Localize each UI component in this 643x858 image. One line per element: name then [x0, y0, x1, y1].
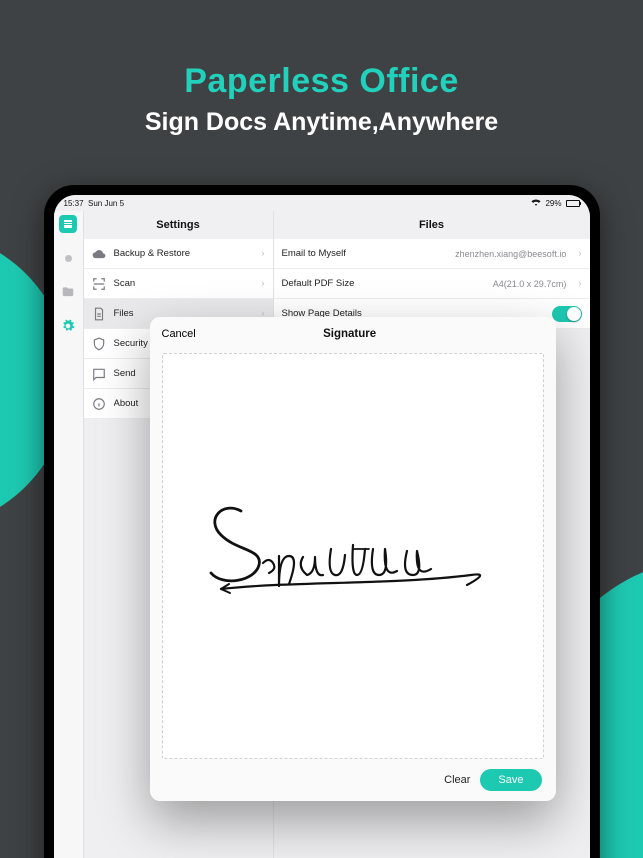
shield-icon	[92, 337, 106, 351]
email-value: zhenzhen.xiang@beesoft.io	[455, 249, 566, 259]
files-row-pdf-size[interactable]: Default PDF Size A4(21.0 x 29.7cm) ›	[274, 269, 590, 299]
promo-canvas: Paperless Office Sign Docs Anytime,Anywh…	[0, 0, 643, 858]
status-time: 15:37 Sun Jun 5	[64, 199, 125, 208]
sidebar-item-1[interactable]	[59, 249, 77, 267]
signature-canvas[interactable]	[162, 353, 544, 759]
chevron-right-icon: ›	[261, 248, 264, 259]
signature-modal: Cancel Signature	[150, 317, 556, 801]
sidebar-settings-icon[interactable]	[59, 317, 77, 335]
sidebar-app-icon[interactable]	[59, 215, 77, 233]
wifi-icon	[531, 198, 541, 208]
page-details-toggle[interactable]	[552, 306, 582, 322]
settings-row-scan[interactable]: Scan ›	[84, 269, 273, 299]
chevron-right-icon: ›	[261, 278, 264, 289]
files-row-email[interactable]: Email to Myself zhenzhen.xiang@beesoft.i…	[274, 239, 590, 269]
file-icon	[92, 307, 106, 321]
settings-row-backup[interactable]: Backup & Restore ›	[84, 239, 273, 269]
cloud-icon	[92, 247, 106, 261]
settings-header: Settings	[84, 211, 273, 239]
save-button[interactable]: Save	[480, 769, 541, 791]
scan-icon	[92, 277, 106, 291]
app-body: Settings Backup & Restore › Scan ›	[54, 211, 590, 858]
battery-icon	[566, 200, 580, 207]
pdf-size-value: A4(21.0 x 29.7cm)	[493, 279, 567, 289]
promo-headline: Paperless Office	[0, 62, 643, 101]
tablet-screen: 15:37 Sun Jun 5 29%	[54, 195, 590, 858]
promo-subheadline: Sign Docs Anytime,Anywhere	[0, 108, 643, 137]
chevron-right-icon: ›	[578, 278, 581, 289]
tablet-frame: 15:37 Sun Jun 5 29%	[44, 185, 600, 858]
modal-title: Signature	[156, 328, 544, 340]
files-header: Files	[274, 211, 590, 239]
battery-pct: 29%	[545, 199, 561, 208]
signature-drawing	[203, 501, 503, 611]
chevron-right-icon: ›	[578, 248, 581, 259]
status-bar: 15:37 Sun Jun 5 29%	[54, 195, 590, 211]
sidebar-folder-icon[interactable]	[59, 283, 77, 301]
info-icon	[92, 397, 106, 411]
send-icon	[92, 367, 106, 381]
sidebar	[54, 211, 84, 858]
clear-button[interactable]: Clear	[444, 774, 470, 786]
